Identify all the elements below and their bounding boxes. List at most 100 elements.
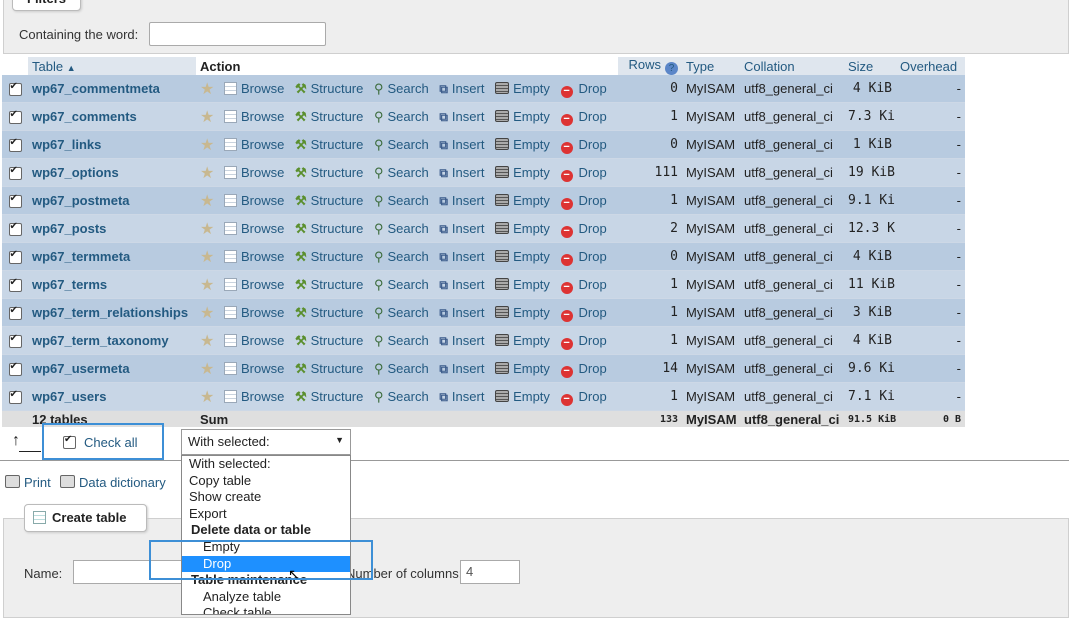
drop-action[interactable]: − Drop: [560, 137, 607, 154]
insert-action[interactable]: ⧉ Insert: [439, 221, 484, 236]
structure-action[interactable]: ⚒ Structure: [295, 109, 363, 124]
drop-action[interactable]: − Drop: [560, 221, 607, 238]
table-name-link[interactable]: wp67_term_relationships: [28, 298, 196, 327]
print-link[interactable]: Print: [5, 475, 51, 490]
search-action[interactable]: ⚲ Search: [374, 221, 429, 236]
structure-action[interactable]: ⚒ Structure: [295, 389, 363, 404]
empty-action[interactable]: Empty: [495, 81, 550, 96]
drop-action[interactable]: − Drop: [560, 109, 607, 126]
table-name-link[interactable]: wp67_postmeta: [28, 186, 196, 215]
browse-action[interactable]: Browse: [223, 137, 284, 152]
drop-action[interactable]: − Drop: [560, 305, 607, 322]
check-all-checkbox[interactable]: [63, 434, 76, 449]
browse-action[interactable]: Browse: [223, 361, 284, 376]
search-action[interactable]: ⚲ Search: [374, 305, 429, 320]
structure-action[interactable]: ⚒ Structure: [295, 221, 363, 236]
empty-action[interactable]: Empty: [495, 333, 550, 348]
insert-action[interactable]: ⧉ Insert: [439, 165, 484, 180]
empty-action[interactable]: Empty: [495, 137, 550, 152]
insert-action[interactable]: ⧉ Insert: [439, 249, 484, 264]
table-name-link[interactable]: wp67_comments: [28, 102, 196, 131]
table-name-link[interactable]: wp67_termmeta: [28, 242, 196, 271]
search-action[interactable]: ⚲ Search: [374, 137, 429, 152]
drop-action[interactable]: − Drop: [560, 81, 607, 98]
favorite-star-icon[interactable]: ★: [200, 361, 214, 378]
favorite-star-icon[interactable]: ★: [200, 165, 214, 182]
empty-action[interactable]: Empty: [495, 389, 550, 404]
header-rows[interactable]: Rows?: [618, 57, 682, 75]
empty-action[interactable]: Empty: [495, 305, 550, 320]
empty-action[interactable]: Empty: [495, 277, 550, 292]
insert-action[interactable]: ⧉ Insert: [439, 333, 484, 348]
insert-action[interactable]: ⧉ Insert: [439, 277, 484, 292]
insert-action[interactable]: ⧉ Insert: [439, 361, 484, 376]
favorite-star-icon[interactable]: ★: [200, 137, 214, 154]
filter-input[interactable]: [149, 22, 326, 46]
columns-input[interactable]: 4: [460, 560, 520, 584]
drop-action[interactable]: − Drop: [560, 249, 607, 266]
favorite-star-icon[interactable]: ★: [200, 389, 214, 406]
browse-action[interactable]: Browse: [223, 305, 284, 320]
structure-action[interactable]: ⚒ Structure: [295, 333, 363, 348]
search-action[interactable]: ⚲ Search: [374, 165, 429, 180]
dropdown-option[interactable]: Analyze table: [182, 589, 350, 606]
favorite-star-icon[interactable]: ★: [200, 221, 214, 238]
favorite-star-icon[interactable]: ★: [200, 193, 214, 210]
favorite-star-icon[interactable]: ★: [200, 333, 214, 350]
row-checkbox[interactable]: [8, 137, 22, 153]
row-checkbox[interactable]: [8, 221, 22, 237]
empty-action[interactable]: Empty: [495, 249, 550, 264]
structure-action[interactable]: ⚒ Structure: [295, 277, 363, 292]
row-checkbox[interactable]: [8, 193, 22, 209]
structure-action[interactable]: ⚒ Structure: [295, 249, 363, 264]
browse-action[interactable]: Browse: [223, 249, 284, 264]
browse-action[interactable]: Browse: [223, 221, 284, 236]
structure-action[interactable]: ⚒ Structure: [295, 165, 363, 180]
favorite-star-icon[interactable]: ★: [200, 81, 214, 98]
row-checkbox[interactable]: [8, 249, 22, 265]
help-icon[interactable]: ?: [665, 62, 678, 75]
table-name-link[interactable]: wp67_options: [28, 158, 196, 187]
empty-action[interactable]: Empty: [495, 221, 550, 236]
structure-action[interactable]: ⚒ Structure: [295, 137, 363, 152]
empty-action[interactable]: Empty: [495, 361, 550, 376]
table-name-link[interactable]: wp67_term_taxonomy: [28, 326, 196, 355]
browse-action[interactable]: Browse: [223, 333, 284, 348]
browse-action[interactable]: Browse: [223, 389, 284, 404]
insert-action[interactable]: ⧉ Insert: [439, 193, 484, 208]
with-selected-dropdown[interactable]: With selected: Copy table Show create Expor…: [181, 455, 351, 615]
table-name-link[interactable]: wp67_usermeta: [28, 354, 196, 383]
drop-action[interactable]: − Drop: [560, 193, 607, 210]
search-action[interactable]: ⚲ Search: [374, 389, 429, 404]
browse-action[interactable]: Browse: [223, 277, 284, 292]
dropdown-option[interactable]: Copy table: [182, 473, 350, 490]
row-checkbox[interactable]: [8, 305, 22, 321]
empty-action[interactable]: Empty: [495, 109, 550, 124]
row-checkbox[interactable]: [8, 389, 22, 405]
drop-action[interactable]: − Drop: [560, 333, 607, 350]
structure-action[interactable]: ⚒ Structure: [295, 305, 363, 320]
empty-action[interactable]: Empty: [495, 193, 550, 208]
row-checkbox[interactable]: [8, 361, 22, 377]
insert-action[interactable]: ⧉ Insert: [439, 305, 484, 320]
search-action[interactable]: ⚲ Search: [374, 361, 429, 376]
structure-action[interactable]: ⚒ Structure: [295, 193, 363, 208]
structure-action[interactable]: ⚒ Structure: [295, 81, 363, 96]
header-table[interactable]: Table ▲: [28, 57, 196, 75]
empty-action[interactable]: Empty: [495, 165, 550, 180]
search-action[interactable]: ⚲ Search: [374, 333, 429, 348]
header-type[interactable]: Type: [682, 57, 740, 75]
table-name-link[interactable]: wp67_users: [28, 382, 196, 411]
drop-action[interactable]: − Drop: [560, 389, 607, 406]
table-name-link[interactable]: wp67_posts: [28, 214, 196, 243]
insert-action[interactable]: ⧉ Insert: [439, 81, 484, 96]
dropdown-option[interactable]: Export: [182, 506, 350, 523]
search-action[interactable]: ⚲ Search: [374, 249, 429, 264]
header-size[interactable]: Size: [844, 57, 896, 75]
dropdown-option[interactable]: Show create: [182, 489, 350, 506]
check-all-highlight[interactable]: Check all: [42, 423, 164, 460]
row-checkbox[interactable]: [8, 277, 22, 293]
row-checkbox[interactable]: [8, 333, 22, 349]
row-checkbox[interactable]: [8, 81, 22, 97]
with-selected-select[interactable]: With selected: ▼: [181, 429, 351, 455]
